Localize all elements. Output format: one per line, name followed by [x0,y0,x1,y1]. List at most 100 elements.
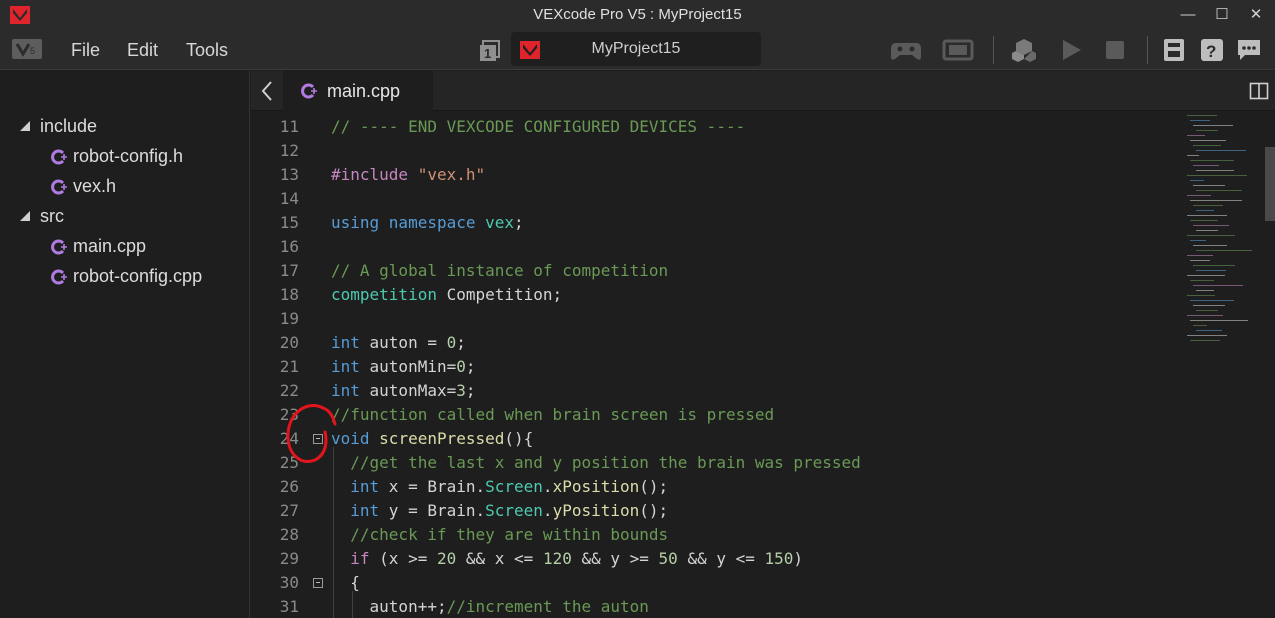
line-number: 15 [279,213,299,232]
minimap-line [1196,270,1226,271]
minimap-line [1190,260,1210,261]
minimap-line [1187,275,1225,276]
folder-src[interactable]: src [40,201,64,231]
minimap-line [1187,155,1199,156]
minimap-line [1187,255,1213,256]
minimize-button[interactable]: — [1176,4,1200,26]
cpp-file-icon [51,149,67,165]
code-text: //check if they are within bounds [331,525,669,544]
close-button[interactable]: ✕ [1244,4,1268,26]
download-icon[interactable] [1010,37,1038,63]
split-editor-icon[interactable] [1249,81,1269,101]
feedback-icon[interactable] [1235,37,1263,63]
code-text: auton++;//increment the auton [331,597,649,616]
minimap-line [1190,300,1234,301]
window-title: VEXcode Pro V5 : MyProject15 [533,6,742,23]
controller-icon[interactable] [890,37,922,63]
vertical-scrollbar[interactable] [1265,147,1275,221]
minimap-line [1193,285,1243,286]
code-line[interactable]: 30 { [251,571,1181,595]
folder-expanded-icon[interactable] [19,210,31,222]
minimap[interactable] [1183,111,1263,356]
code-line[interactable]: 11 // ---- END VEXCODE CONFIGURED DEVICES… [251,115,1181,139]
line-number: 26 [279,477,299,496]
minimap-line [1187,335,1227,336]
svg-text:?: ? [1206,42,1216,61]
code-line[interactable]: 20 int auton = 0; [251,331,1181,355]
minimap-line [1193,325,1207,326]
minimap-line [1193,225,1229,226]
code-line[interactable]: 13 #include "vex.h" [251,163,1181,187]
code-line[interactable]: 17 // A global instance of competition [251,259,1181,283]
menu-edit[interactable]: Edit [127,40,158,61]
minimap-line [1193,145,1221,146]
code-text: //function called when brain screen is p… [331,405,775,424]
cpp-file-icon [51,179,67,195]
code-line[interactable]: 23//function called when brain screen is… [251,403,1181,427]
minimap-line [1196,130,1218,131]
chevron-left-icon[interactable] [259,80,275,102]
v5-logo-icon[interactable]: 5 [12,39,42,59]
toolbar-separator [993,36,994,64]
file-main-cpp[interactable]: main.cpp [73,231,146,261]
fold-toggle-icon[interactable] [313,578,323,588]
code-text: using namespace vex; [331,213,524,232]
file-explorer: include robot-config.h vex.h src main.cp… [0,71,250,618]
title-bar: VEXcode Pro V5 : MyProject15 — ☐ ✕ [0,0,1275,30]
minimap-line [1193,165,1219,166]
code-line[interactable]: 19 [251,307,1181,331]
code-line[interactable]: 18 competition Competition; [251,283,1181,307]
code-line[interactable]: 24 void screenPressed(){ [251,427,1181,451]
code-line[interactable]: 26 int x = Brain.Screen.xPosition(); [251,475,1181,499]
code-line[interactable]: 27 int y = Brain.Screen.yPosition(); [251,499,1181,523]
folder-expanded-icon[interactable] [19,120,31,132]
code-line[interactable]: 31 auton++;//increment the auton [251,595,1181,618]
minimap-line [1196,250,1252,251]
minimap-line [1196,150,1246,151]
line-number: 22 [279,381,299,400]
menu-bar: 5 File Edit Tools 1 MyProject15 ? [0,30,1275,70]
cpp-file-icon [301,83,317,99]
tab-main-cpp[interactable]: main.cpp [283,71,433,111]
code-line[interactable]: 16 [251,235,1181,259]
code-line[interactable]: 14 [251,187,1181,211]
indent-guide [352,591,353,618]
minimap-line [1190,140,1226,141]
minimap-line [1190,340,1220,341]
minimap-line [1187,315,1223,316]
brain-icon[interactable] [942,37,974,63]
menu-tools[interactable]: Tools [186,40,228,61]
minimap-line [1196,310,1218,311]
code-text: { [331,573,360,592]
file-vex-h[interactable]: vex.h [73,171,116,201]
code-line[interactable]: 22 int autonMax=3; [251,379,1181,403]
file-robot-config-cpp[interactable]: robot-config.cpp [73,261,202,291]
minimap-line [1196,290,1214,291]
help-icon[interactable]: ? [1198,37,1226,63]
code-text: void screenPressed(){ [331,429,534,448]
maximize-button[interactable]: ☐ [1210,4,1234,26]
stop-icon[interactable] [1101,37,1129,63]
minimap-line [1187,115,1217,116]
code-line[interactable]: 12 [251,139,1181,163]
device-info-icon[interactable] [1160,37,1188,63]
minimap-line [1196,170,1234,171]
play-icon[interactable] [1058,37,1086,63]
code-line[interactable]: 29 if (x >= 20 && x <= 120 && y >= 50 &&… [251,547,1181,571]
project-slot-icon[interactable]: 1 [479,40,501,62]
project-slot-number: 1 [484,46,491,61]
minimap-line [1187,175,1247,176]
folder-include[interactable]: include [40,111,97,141]
minimap-line [1187,295,1215,296]
indent-guide [333,447,334,618]
code-line[interactable]: 15 using namespace vex; [251,211,1181,235]
code-line[interactable]: 25 //get the last x and y position the b… [251,451,1181,475]
code-text: int auton = 0; [331,333,466,352]
menu-file[interactable]: File [71,40,100,61]
code-line[interactable]: 28 //check if they are within bounds [251,523,1181,547]
file-robot-config-h[interactable]: robot-config.h [73,141,183,171]
line-number: 14 [279,189,299,208]
code-editor[interactable]: 11 // ---- END VEXCODE CONFIGURED DEVICES… [251,111,1275,618]
project-name-box[interactable]: MyProject15 [511,32,761,66]
code-line[interactable]: 21 int autonMin=0; [251,355,1181,379]
